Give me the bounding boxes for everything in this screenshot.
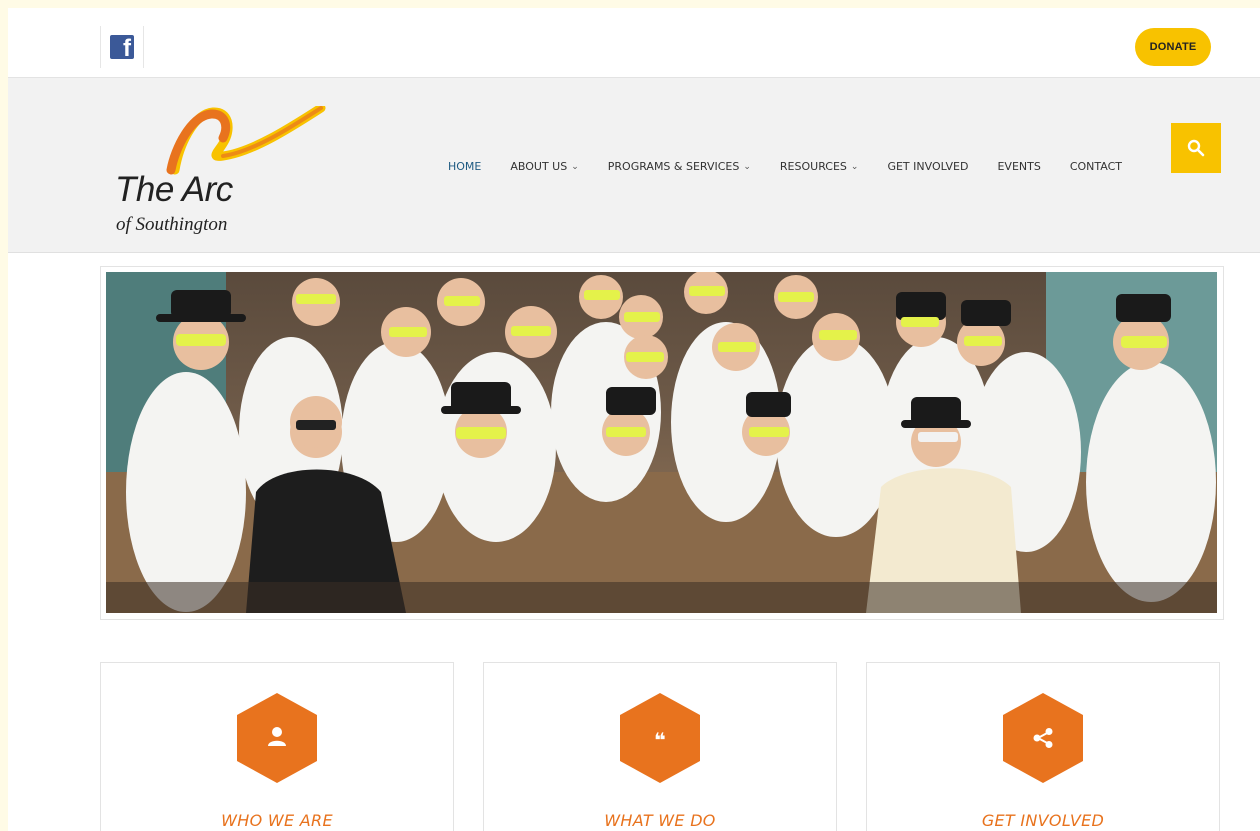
nav-item-label: CONTACT xyxy=(1069,160,1123,173)
nav-item-resources[interactable]: RESOURCES ⌄ xyxy=(780,160,859,173)
main-nav: HOME ABOUT US ⌄ PROGRAMS & SERVICES ⌄ RESOURC… xyxy=(448,160,1151,173)
card-title: GET INVOLVED xyxy=(981,811,1105,830)
logo-subtitle: of Southington xyxy=(116,214,228,235)
site-header: The Arc of Southington HOME ABOUT US ⌄ PROG… xyxy=(8,78,1260,253)
hero-image-frame xyxy=(100,266,1224,620)
nav-item-get-involved[interactable]: GET INVOLVED xyxy=(887,160,968,173)
hero-group-photo xyxy=(106,272,1217,613)
nav-item-programs-services[interactable]: PROGRAMS & SERVICES ⌄ xyxy=(608,160,751,173)
search-button[interactable] xyxy=(1171,123,1221,173)
card-who-we-are[interactable]: WHO WE ARE xyxy=(100,662,454,831)
logo-title: The Arc xyxy=(115,170,233,209)
top-bar: f DONATE xyxy=(8,8,1260,78)
facebook-icon: f xyxy=(110,35,134,59)
chevron-down-icon: ⌄ xyxy=(743,161,751,172)
share-icon xyxy=(1003,693,1083,783)
nav-item-events[interactable]: EVENTS xyxy=(997,160,1040,173)
donate-button[interactable]: DONATE xyxy=(1135,28,1211,66)
nav-item-label: EVENTS xyxy=(997,160,1041,173)
nav-item-label: PROGRAMS & SERVICES xyxy=(607,160,740,173)
nav-item-label: GET INVOLVED xyxy=(887,160,969,173)
nav-item-home[interactable]: HOME xyxy=(448,160,481,173)
card-title: WHAT WE DO xyxy=(604,811,716,830)
group-photo-illustration xyxy=(106,272,1217,613)
nav-item-label: HOME xyxy=(448,160,482,173)
arc-swoosh-logo-mark xyxy=(166,106,326,175)
card-what-we-do[interactable]: ❝ WHAT WE DO xyxy=(483,662,837,831)
page: f DONATE The Arc of Southington HOME ABOU… xyxy=(8,8,1260,831)
card-title: WHO WE ARE xyxy=(221,811,333,830)
chevron-down-icon: ⌄ xyxy=(571,161,579,172)
search-icon xyxy=(1187,139,1205,157)
site-logo[interactable]: The Arc of Southington xyxy=(113,106,333,246)
nav-item-contact[interactable]: CONTACT xyxy=(1070,160,1122,173)
card-get-involved[interactable]: GET INVOLVED xyxy=(866,662,1220,831)
nav-item-label: ABOUT US xyxy=(510,160,568,173)
nav-item-about-us[interactable]: ABOUT US ⌄ xyxy=(510,160,578,173)
svg-text:❝: ❝ xyxy=(654,728,666,752)
chevron-down-icon: ⌄ xyxy=(850,161,859,172)
quote-icon: ❝ xyxy=(620,693,700,783)
facebook-link[interactable]: f xyxy=(100,26,144,68)
user-icon xyxy=(237,693,317,783)
nav-item-label: RESOURCES xyxy=(779,160,847,173)
